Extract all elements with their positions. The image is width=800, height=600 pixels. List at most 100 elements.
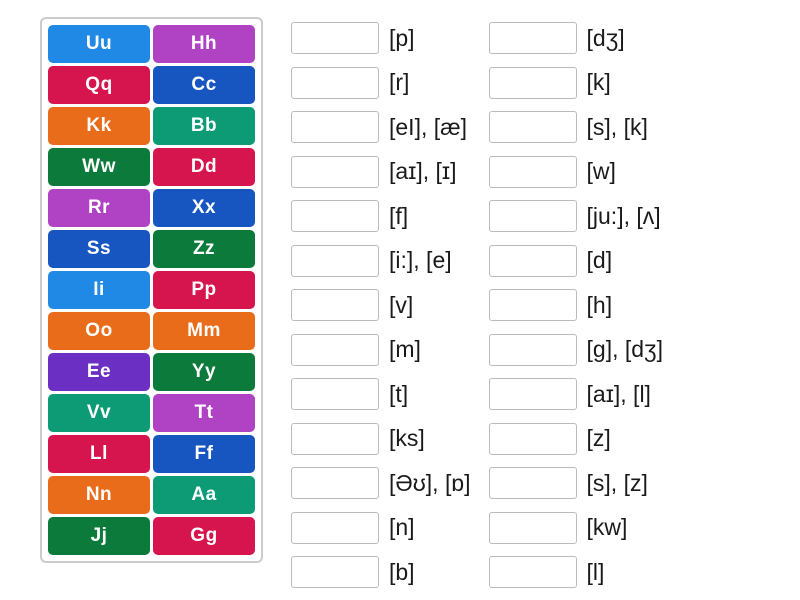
drop-slot-1-9[interactable] <box>291 423 379 455</box>
target-column-2: [dʒ][k][s], [k][w][ju:], [ʌ][d][h][g], [… <box>489 17 663 600</box>
target-row: [Əʊ], [ɒ] <box>291 462 471 504</box>
target-row: [dʒ] <box>489 17 663 59</box>
drop-slot-1-4[interactable] <box>291 200 379 232</box>
phonetic-label: [w] <box>587 158 616 185</box>
target-column-1: [p] [r] [eI], [æ] [aɪ], [ɪ] [f] [i:], [e] [v] [… <box>291 17 471 600</box>
letter-tile-dd[interactable]: Dd <box>153 148 255 186</box>
drop-slot-2-0[interactable] <box>489 22 577 54</box>
drop-slot-2-4[interactable] <box>489 200 577 232</box>
phonetic-label: [r] <box>389 69 409 96</box>
phonetic-label: [ks] <box>389 425 425 452</box>
phonetic-label: [k] <box>587 69 611 96</box>
letter-tile-hh[interactable]: Hh <box>153 25 255 63</box>
phonetic-label: [l] <box>587 559 605 586</box>
target-row: [ks] <box>291 418 471 460</box>
phonetic-label: [g], [dʒ] <box>587 336 663 363</box>
letter-tile-ff[interactable]: Ff <box>153 435 255 473</box>
phonetic-label: [n] <box>389 514 415 541</box>
letter-tile-ww[interactable]: Ww <box>48 148 150 186</box>
drop-slot-2-6[interactable] <box>489 289 577 321</box>
letter-tile-bb[interactable]: Bb <box>153 107 255 145</box>
phonetic-label: [d] <box>587 247 613 274</box>
drop-slot-1-11[interactable] <box>291 512 379 544</box>
target-row: [w] <box>489 151 663 193</box>
phonetic-label: [Əʊ], [ɒ] <box>389 470 471 497</box>
target-row: [m] <box>291 329 471 371</box>
target-row: [k] <box>489 62 663 104</box>
target-row: [v] <box>291 284 471 326</box>
letter-tile-jj[interactable]: Jj <box>48 517 150 555</box>
letter-tile-qq[interactable]: Qq <box>48 66 150 104</box>
drop-slot-1-7[interactable] <box>291 334 379 366</box>
target-row: [eI], [æ] <box>291 106 471 148</box>
letter-tile-oo[interactable]: Oo <box>48 312 150 350</box>
target-row: [r] <box>291 62 471 104</box>
drop-slot-1-12[interactable] <box>291 556 379 588</box>
letter-tile-kk[interactable]: Kk <box>48 107 150 145</box>
phonetic-label: [b] <box>389 559 415 586</box>
drop-slot-2-1[interactable] <box>489 67 577 99</box>
phonetic-label: [ju:], [ʌ] <box>587 203 661 230</box>
phonetic-label: [kw] <box>587 514 628 541</box>
letter-tile-rr[interactable]: Rr <box>48 189 150 227</box>
phonetic-label: [v] <box>389 292 413 319</box>
letter-tile-aa[interactable]: Aa <box>153 476 255 514</box>
letter-tile-pp[interactable]: Pp <box>153 271 255 309</box>
drop-slot-2-2[interactable] <box>489 111 577 143</box>
drop-slot-1-6[interactable] <box>291 289 379 321</box>
drop-slot-1-2[interactable] <box>291 111 379 143</box>
phonetic-label: [eI], [æ] <box>389 114 467 141</box>
target-row: [f] <box>291 195 471 237</box>
drop-slot-2-10[interactable] <box>489 467 577 499</box>
letter-tile-ss[interactable]: Ss <box>48 230 150 268</box>
letter-tile-nn[interactable]: Nn <box>48 476 150 514</box>
drop-slot-2-3[interactable] <box>489 156 577 188</box>
target-row: [ju:], [ʌ] <box>489 195 663 237</box>
phonetic-label: [z] <box>587 425 611 452</box>
letter-tile-xx[interactable]: Xx <box>153 189 255 227</box>
target-row: [kw] <box>489 507 663 549</box>
target-row: [i:], [e] <box>291 240 471 282</box>
phonetic-label: [s], [k] <box>587 114 648 141</box>
drop-slot-2-8[interactable] <box>489 378 577 410</box>
target-row: [s], [k] <box>489 106 663 148</box>
drop-slot-1-10[interactable] <box>291 467 379 499</box>
letter-tile-zz[interactable]: Zz <box>153 230 255 268</box>
drop-slot-1-3[interactable] <box>291 156 379 188</box>
letter-tile-ee[interactable]: Ee <box>48 353 150 391</box>
drop-slot-1-5[interactable] <box>291 245 379 277</box>
drop-slot-2-7[interactable] <box>489 334 577 366</box>
drop-slot-1-8[interactable] <box>291 378 379 410</box>
drop-slot-2-9[interactable] <box>489 423 577 455</box>
letter-tile-yy[interactable]: Yy <box>153 353 255 391</box>
letter-tile-mm[interactable]: Mm <box>153 312 255 350</box>
targets-area: [p] [r] [eI], [æ] [aɪ], [ɪ] [f] [i:], [e] [v] [… <box>291 17 663 600</box>
letter-tile-uu[interactable]: Uu <box>48 25 150 63</box>
drop-slot-1-0[interactable] <box>291 22 379 54</box>
target-row: [s], [z] <box>489 462 663 504</box>
letter-tile-gg[interactable]: Gg <box>153 517 255 555</box>
phonetic-label: [f] <box>389 203 408 230</box>
target-row: [t] <box>291 373 471 415</box>
drop-slot-2-12[interactable] <box>489 556 577 588</box>
letter-tile-ii[interactable]: Ii <box>48 271 150 309</box>
letter-tile-vv[interactable]: Vv <box>48 394 150 432</box>
phonetic-label: [aɪ], [ɪ] <box>389 158 457 185</box>
drop-slot-2-5[interactable] <box>489 245 577 277</box>
phonetic-label: [t] <box>389 381 408 408</box>
phonetic-label: [m] <box>389 336 421 363</box>
phonetic-label: [p] <box>389 25 415 52</box>
letter-tile-ll[interactable]: Ll <box>48 435 150 473</box>
target-row: [z] <box>489 418 663 460</box>
phonetic-label: [s], [z] <box>587 470 648 497</box>
target-row: [n] <box>291 507 471 549</box>
phonetic-label: [dʒ] <box>587 25 625 52</box>
tile-panel: UuHhQqCcKkBbWwDdRrXxSsZzIiPpOoMmEeYyVvTt… <box>40 17 263 563</box>
phonetic-label: [i:], [e] <box>389 247 452 274</box>
drop-slot-2-11[interactable] <box>489 512 577 544</box>
phonetic-label: [aɪ], [l] <box>587 381 651 408</box>
letter-tile-tt[interactable]: Tt <box>153 394 255 432</box>
target-row: [aɪ], [l] <box>489 373 663 415</box>
letter-tile-cc[interactable]: Cc <box>153 66 255 104</box>
drop-slot-1-1[interactable] <box>291 67 379 99</box>
